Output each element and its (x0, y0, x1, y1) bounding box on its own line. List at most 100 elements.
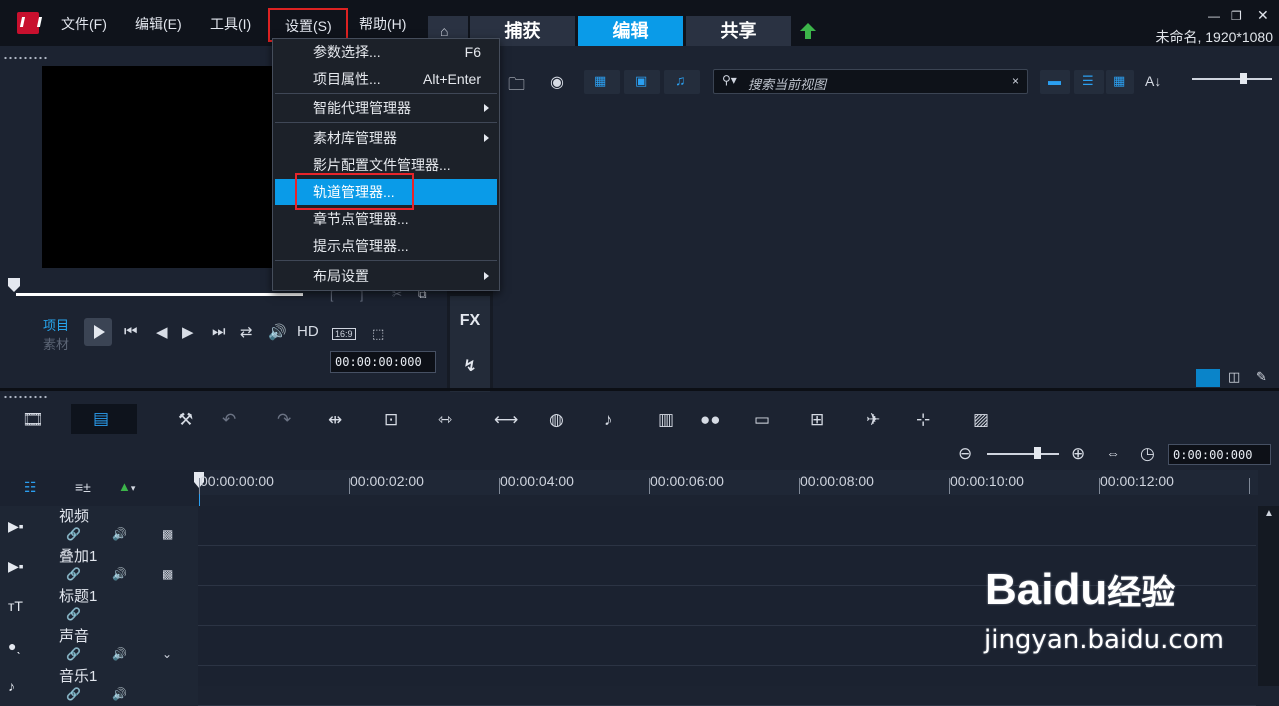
menu-cue-manager[interactable]: 提示点管理器... (275, 233, 497, 259)
tab-share[interactable]: 共享 (686, 16, 791, 46)
track-manager-icon[interactable]: ☷ (24, 479, 37, 496)
track-options-icon[interactable]: ▲▾ (118, 479, 135, 494)
search-placeholder: 搜索当前视图 (748, 77, 827, 92)
scrubber-handle[interactable] (8, 278, 20, 292)
import-media-icon[interactable]: ◉ (550, 72, 564, 92)
menu-library-manager[interactable]: 素材库管理器 (275, 125, 497, 151)
ripple-link-icon[interactable]: 🔗 (66, 567, 81, 581)
split-icon[interactable]: ⇿ (438, 410, 452, 430)
split-view-icon[interactable]: ◫ (1228, 369, 1240, 385)
multicam-icon[interactable]: ▥ (658, 410, 674, 430)
menu-help[interactable]: 帮助(H) (359, 14, 406, 34)
menu-smart-proxy[interactable]: 智能代理管理器 (275, 95, 497, 121)
vertical-scrollbar[interactable]: ▲ (1258, 506, 1279, 686)
menu-file[interactable]: 文件(F) (61, 14, 107, 34)
menu-edit[interactable]: 编辑(E) (135, 14, 182, 34)
menu-preferences[interactable]: 参数选择... F6 (275, 39, 497, 65)
menu-settings[interactable]: 设置(S) (268, 8, 348, 42)
motion-tracking-icon[interactable]: ◍ (549, 410, 564, 430)
clip-mode-label[interactable]: 素材 (43, 334, 69, 353)
repeat-icon[interactable]: ⇄ (240, 323, 253, 341)
track-row[interactable]: ♪ 音乐1 🔗 🔊 (0, 666, 1256, 706)
scrub-bar[interactable] (16, 293, 303, 296)
ripple-link-icon[interactable]: 🔗 (66, 647, 81, 661)
scroll-up-icon[interactable]: ▲ (1264, 508, 1274, 519)
library-search[interactable]: ⚲▾ 搜索当前视图 × (713, 69, 1028, 94)
upload-arrow-icon[interactable] (799, 22, 817, 40)
next-frame-icon[interactable]: ▶ (182, 323, 194, 341)
crop-icon[interactable]: ⬚ (372, 326, 384, 342)
edit-icon[interactable]: ✎ (1256, 369, 1267, 385)
trim-icon[interactable]: ⟷ (494, 410, 518, 430)
zoom-slider[interactable] (987, 453, 1059, 455)
grid-view-button[interactable]: ▦ (1106, 70, 1134, 94)
track-transparency-icon[interactable]: ▩ (162, 567, 173, 581)
add-folder-icon[interactable]: 🗀 (508, 72, 525, 101)
zoom-timecode[interactable]: 0:00:00:000 (1168, 444, 1271, 465)
project-mode-label[interactable]: 项目 (43, 315, 69, 334)
minimize-icon[interactable]: — (1208, 9, 1220, 23)
fit-project-icon[interactable]: ⇔ (1106, 445, 1120, 461)
add-track-icon[interactable]: ≡± (75, 479, 91, 495)
zoom-in-icon[interactable]: ⊕ (1071, 444, 1085, 464)
tab-edit[interactable]: 编辑 (578, 16, 683, 46)
zoom-out-icon[interactable]: ⊖ (958, 444, 972, 464)
restore-icon[interactable]: ❐ (1231, 9, 1242, 23)
ripple-link-icon[interactable]: 🔗 (66, 687, 81, 701)
zoom-handle[interactable] (1034, 447, 1041, 459)
split-screen-icon[interactable]: ⊞ (810, 410, 824, 430)
show-audio-button[interactable]: ♫ (664, 70, 700, 94)
show-video-button[interactable]: ▦ (584, 70, 620, 94)
path-tab[interactable]: ↯ (450, 342, 490, 392)
timeline-grip[interactable] (3, 395, 48, 399)
menu-project-properties[interactable]: 项目属性... Alt+Enter (275, 66, 497, 92)
duration-clock-icon[interactable]: ◷ (1140, 444, 1155, 464)
redo-icon[interactable]: ↷ (277, 410, 291, 430)
panel-divider[interactable] (0, 388, 1279, 391)
hd-toggle[interactable]: HD (297, 323, 319, 340)
track-mute-icon[interactable]: 🔊 (112, 527, 127, 541)
thumbnail-size-slider[interactable] (1192, 78, 1272, 80)
volume-icon[interactable]: 🔊 (268, 323, 287, 341)
thumbnail-size-handle[interactable] (1240, 73, 1247, 84)
go-end-icon[interactable]: ⏭ (212, 323, 226, 340)
track-row[interactable]: ▶▪ 视频 🔗 🔊 ▩ (0, 506, 1256, 546)
track-mute-icon[interactable]: 🔊 (112, 687, 127, 701)
ripple-link-icon[interactable]: 🔗 (66, 607, 81, 621)
list-view-button[interactable]: ☰ (1074, 70, 1104, 94)
sound-mixer-icon[interactable]: ♪ (604, 410, 613, 430)
track-transparency-icon[interactable]: ▩ (162, 527, 173, 541)
fx-tab[interactable]: FX (450, 296, 490, 346)
track-mute-icon[interactable]: 🔊 (112, 567, 127, 581)
mask-creator-icon[interactable]: ▨ (973, 410, 989, 430)
show-photo-button[interactable]: ▣ (624, 70, 660, 94)
track-mute-icon[interactable]: 🔊 (112, 647, 127, 661)
search-clear-icon[interactable]: × (1012, 74, 1019, 88)
subtitle-editor-icon[interactable]: ▭ (754, 410, 770, 430)
panel-grip[interactable] (3, 56, 48, 60)
go-start-icon[interactable]: ⏮ (124, 323, 138, 340)
ripple-link-icon[interactable]: 🔗 (66, 527, 81, 541)
record-screen-icon[interactable]: ⊡ (384, 410, 398, 430)
blend-icon[interactable]: ●● (700, 410, 721, 430)
storyboard-view-icon[interactable]: 🎞 (22, 410, 44, 430)
play-button[interactable] (84, 318, 112, 346)
prev-frame-icon[interactable]: ◀ (156, 323, 168, 341)
tools-icon[interactable]: ⚒ (178, 410, 193, 430)
close-icon[interactable]: ✕ (1257, 7, 1269, 24)
menu-chapter-manager[interactable]: 章节点管理器... (275, 206, 497, 232)
aspect-ratio-toggle[interactable]: 16:9 (332, 328, 356, 340)
timeline-view-button[interactable]: ▤ (71, 404, 137, 434)
track-expand-icon[interactable]: ⌄ (162, 647, 172, 661)
undo-icon[interactable]: ↶ (222, 410, 236, 430)
library-layout-button[interactable] (1196, 369, 1220, 387)
menu-layout-settings[interactable]: 布局设置 (275, 263, 497, 289)
sort-icon[interactable]: A↓ (1145, 73, 1161, 89)
time-remap-icon[interactable]: ✈ (866, 410, 880, 430)
player-timecode[interactable]: 00:00:00:000 (330, 351, 436, 373)
cue-manager-label: 提示点管理器... (313, 238, 409, 254)
stabilize-icon[interactable]: ⊹ (916, 410, 930, 430)
fit-timeline-icon[interactable]: ⇹ (328, 410, 342, 430)
menu-tools[interactable]: 工具(I) (210, 14, 251, 34)
thumbnail-view-button[interactable]: ▬ (1040, 70, 1070, 94)
